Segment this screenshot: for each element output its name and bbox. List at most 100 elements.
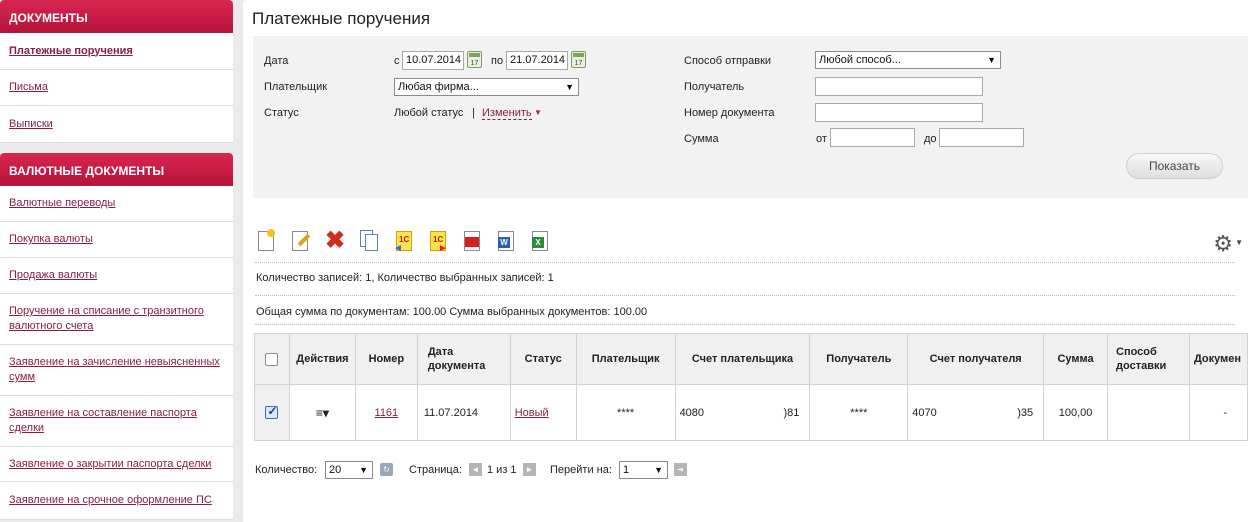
column-header[interactable]: Докумен — [1188, 333, 1248, 385]
refresh-icon[interactable]: ↻ — [380, 463, 393, 476]
divider — [255, 295, 1235, 296]
sum-from-input[interactable] — [830, 128, 915, 147]
column-header[interactable]: Статус — [509, 333, 577, 385]
status-value: Любой статус — [394, 107, 464, 119]
row-recipient: **** — [809, 384, 909, 441]
row-date: 11.07.2014 — [416, 384, 511, 441]
row-actions-menu[interactable]: ≡▾ — [288, 384, 356, 441]
delete-icon[interactable]: ✖ — [324, 229, 346, 255]
edit-document-icon[interactable] — [289, 229, 311, 255]
payer-select[interactable]: Любая фирма... ▼ — [394, 78, 579, 96]
column-header[interactable]: Счет плательщика — [674, 333, 811, 385]
settings-gear-icon[interactable]: ⚙ — [1213, 231, 1233, 257]
new-document-icon[interactable] — [255, 229, 277, 255]
sidebar-item-close-passport[interactable]: Заявление о закрытии паспорта сделки — [0, 447, 233, 482]
documents-sum: Общая сумма по документам: 100.00 Сумма … — [256, 306, 648, 318]
documents-table: Действия Номер Дата документа Статус Пла… — [254, 333, 1248, 441]
column-header[interactable]: Плательщик — [575, 333, 676, 385]
prev-page-icon[interactable]: ◄ — [469, 463, 482, 476]
sidebar-item-currency-sale[interactable]: Продажа валюты — [0, 258, 233, 294]
row-number-cell: 1161 — [354, 384, 418, 441]
sidebar-section-title: ВАЛЮТНЫЕ ДОКУМЕНТЫ — [0, 153, 233, 186]
chevron-down-icon: ▼ — [987, 55, 996, 65]
goto-label: Перейти на: — [550, 464, 612, 476]
status-change-link[interactable]: Изменить — [482, 107, 532, 120]
count-label: Количество: — [255, 464, 318, 476]
doc-shape — [365, 234, 378, 251]
copy-icon[interactable] — [359, 229, 381, 255]
page-indicator: 1 из 1 — [487, 464, 517, 476]
goto-arrow-icon[interactable]: ➜ — [674, 463, 687, 476]
docnum-input[interactable] — [815, 103, 983, 122]
row-status-link[interactable]: Новый — [515, 407, 549, 419]
arrow-left-icon: ◄ — [393, 243, 403, 254]
sidebar-list: Валютные переводы Покупка валюты Продажа… — [0, 186, 233, 520]
sidebar-item-transit-writeoff[interactable]: Поручение на списание с транзитного валю… — [0, 294, 233, 345]
date-to-input[interactable]: 21.07.2014 — [506, 51, 568, 70]
import-1c-icon[interactable]: 1С ◄ — [393, 229, 415, 255]
docnum-label: Номер документа — [684, 107, 775, 119]
filter-panel: Дата с 10.07.2014 17 по 21.07.2014 17 Пл… — [253, 36, 1248, 198]
send-method-select[interactable]: Любой способ... ▼ — [815, 51, 1001, 69]
caret-down-icon[interactable]: ▼ — [1235, 238, 1243, 247]
excel-icon[interactable]: X — [529, 229, 551, 255]
row-checkbox[interactable] — [265, 404, 279, 419]
sidebar-list: Платежные поручения Письма Выписки — [0, 33, 233, 143]
date-from-input[interactable]: 10.07.2014 — [402, 51, 464, 70]
calendar-icon[interactable]: 17 — [467, 51, 482, 68]
chevron-down-icon: ▼ — [565, 82, 574, 92]
pdf-icon[interactable] — [461, 229, 483, 255]
show-button[interactable]: Показать — [1126, 153, 1223, 179]
count-select[interactable]: 20 ▼ — [325, 461, 373, 479]
select-all-checkbox[interactable] — [265, 352, 279, 366]
sidebar-section-currency: ВАЛЮТНЫЕ ДОКУМЕНТЫ Валютные переводы Пок… — [0, 153, 233, 520]
row-checkbox-cell[interactable] — [254, 384, 290, 441]
table-header-row: Действия Номер Дата документа Статус Пла… — [254, 333, 1248, 385]
page-label: Страница: — [409, 464, 462, 476]
column-header[interactable]: Способ доставки — [1107, 333, 1190, 385]
word-mark: W — [498, 237, 510, 248]
sidebar-item-urgent-ps[interactable]: Заявление на срочное оформление ПС — [0, 482, 233, 520]
column-header[interactable]: Счет получателя — [907, 333, 1045, 385]
pdf-mark — [465, 237, 479, 247]
page-title: Платежные поручения — [252, 9, 431, 28]
row-payer: **** — [575, 384, 676, 441]
excel-mark: X — [532, 237, 544, 248]
sidebar-item-currency-purchase[interactable]: Покупка валюты — [0, 222, 233, 258]
sidebar-item-deal-passport[interactable]: Заявление на составление паспорта сделки — [0, 396, 233, 447]
status-label: Статус — [264, 107, 299, 119]
date-to-prefix: по — [491, 55, 504, 67]
recipient-label: Получатель — [684, 81, 745, 93]
sum-from-label: от — [816, 133, 827, 145]
column-header[interactable]: Дата документа — [416, 333, 511, 385]
account-end: )81 — [783, 406, 800, 419]
sidebar-item-unclear-sums[interactable]: Заявление на зачисление невыясненных сум… — [0, 345, 233, 396]
pager: Количество: 20 ▼ ↻ Страница: ◄ 1 из 1 ► … — [255, 460, 955, 480]
table-row[interactable]: ≡▾ 1161 11.07.2014 Новый **** 4080 )81 *… — [254, 384, 1248, 441]
column-header[interactable]: Получатель — [809, 333, 909, 385]
row-number-link[interactable]: 1161 — [375, 407, 399, 419]
row-sum: 100,00 — [1043, 384, 1109, 441]
divider — [255, 324, 1235, 325]
sidebar-item-currency-transfers[interactable]: Валютные переводы — [0, 186, 233, 222]
sidebar-item-statements[interactable]: Выписки — [0, 106, 233, 143]
select-all-header[interactable] — [254, 333, 290, 385]
calendar-icon[interactable]: 17 — [571, 51, 586, 68]
goto-select[interactable]: 1 ▼ — [619, 461, 668, 479]
chevron-down-icon: ▼ — [359, 465, 368, 475]
row-status-cell: Новый — [509, 384, 577, 441]
sum-to-input[interactable] — [939, 128, 1024, 147]
sidebar-item-letters[interactable]: Письма — [0, 70, 233, 106]
word-icon[interactable]: W — [495, 229, 517, 255]
export-1c-icon[interactable]: 1С ► — [427, 229, 449, 255]
next-page-icon[interactable]: ► — [523, 463, 536, 476]
column-header[interactable]: Номер — [354, 333, 418, 385]
main-panel: Платежные поручения Дата с 10.07.2014 17… — [243, 0, 1248, 522]
date-from-prefix: с — [394, 55, 400, 67]
recipient-input[interactable] — [815, 77, 983, 96]
arrow-right-icon: ► — [438, 243, 448, 254]
column-header[interactable]: Сумма — [1043, 333, 1109, 385]
column-header[interactable]: Действия — [288, 333, 356, 385]
sidebar-item-payment-orders[interactable]: Платежные поручения — [0, 33, 233, 70]
sidebar-section-documents: ДОКУМЕНТЫ Платежные поручения Письма Вып… — [0, 0, 233, 143]
